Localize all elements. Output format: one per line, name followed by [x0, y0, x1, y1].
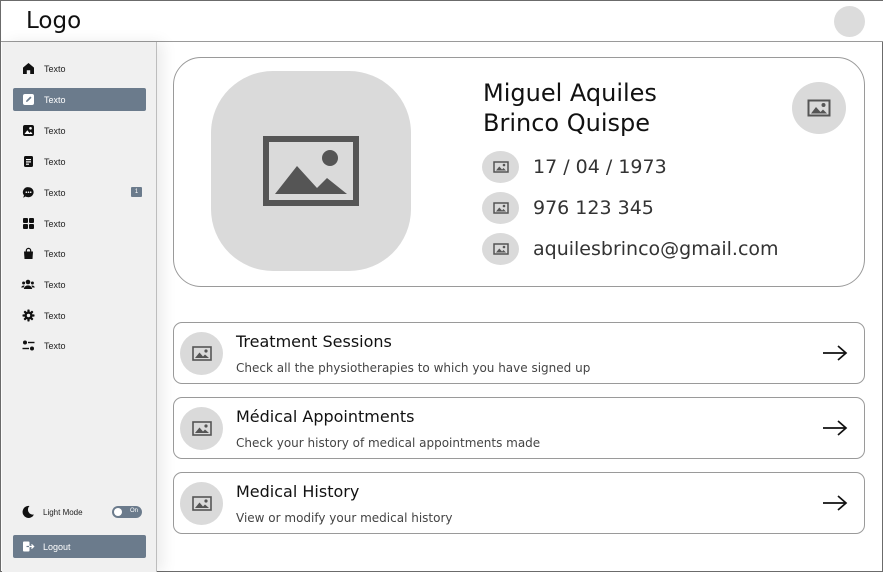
sidebar-item-shop[interactable]: Texto [13, 242, 146, 265]
email-icon [482, 233, 519, 265]
profile-photo[interactable] [211, 71, 411, 271]
change-photo-button[interactable] [792, 82, 846, 134]
sidebar-item-label: Texto [44, 187, 66, 198]
sidebar-item-gallery[interactable]: Texto [13, 119, 146, 142]
sidebar-item-apps[interactable]: Texto [13, 212, 146, 235]
sidebar-item-label: Texto [44, 218, 66, 229]
image-icon [21, 124, 35, 138]
patient-last-names: Brinco Quispe [483, 109, 650, 137]
image-icon [180, 482, 223, 525]
email-value: aquilesbrinco@gmail.com [533, 238, 779, 260]
sidebar-item-settings[interactable]: Texto [13, 304, 146, 327]
patient-first-names: Miguel Aquiles [483, 79, 657, 107]
medical-history-card[interactable]: Medical History View or modify your medi… [173, 472, 865, 534]
moon-icon [21, 505, 35, 519]
sidebar: Texto Texto Texto Texto Texto 1 Texto Te… [2, 42, 157, 572]
sidebar-item-label: Texto [44, 279, 66, 290]
light-mode-label: Light Mode [43, 507, 83, 517]
card-subtitle: View or modify your medical history [236, 511, 453, 525]
sidebar-item-documents[interactable]: Texto [13, 150, 146, 173]
phone-row: 976 123 345 [482, 192, 654, 224]
document-icon [21, 155, 35, 169]
user-avatar[interactable] [834, 6, 865, 37]
arrow-right-icon[interactable] [822, 418, 848, 438]
email-row: aquilesbrinco@gmail.com [482, 233, 779, 265]
logout-icon [22, 540, 35, 553]
logout-button[interactable]: Logout [13, 535, 146, 558]
app-window: Logo Texto Texto Texto Texto Texto 1 Tex… [0, 0, 883, 572]
sidebar-item-label: Texto [44, 94, 66, 105]
sidebar-item-label: Texto [44, 310, 66, 321]
profile-card: Miguel Aquiles Brinco Quispe 17 / 04 / 1… [173, 57, 865, 287]
sliders-icon [21, 339, 35, 353]
home-icon [21, 62, 35, 76]
patient-name: Miguel Aquiles Brinco Quispe [483, 78, 657, 138]
sidebar-item-label: Texto [44, 248, 66, 259]
logout-label: Logout [43, 541, 71, 552]
image-icon [807, 99, 831, 117]
calendar-icon [482, 151, 519, 183]
phone-value: 976 123 345 [533, 197, 654, 219]
image-icon [180, 332, 223, 375]
card-title: Medical History [236, 482, 360, 501]
sidebar-item-label: Texto [44, 63, 66, 74]
arrow-right-icon[interactable] [822, 493, 848, 513]
card-title: Médical Appointments [236, 407, 415, 426]
gear-icon [21, 309, 35, 323]
sidebar-item-label: Texto [44, 125, 66, 136]
sidebar-item-edit[interactable]: Texto [13, 88, 146, 111]
arrow-right-icon[interactable] [822, 343, 848, 363]
notification-badge: 1 [131, 187, 142, 197]
card-title: Treatment Sessions [236, 332, 392, 351]
sidebar-item-home[interactable]: Texto [13, 57, 146, 80]
birthdate-value: 17 / 04 / 1973 [533, 156, 667, 178]
edit-icon [21, 93, 35, 107]
medical-appointments-card[interactable]: Médical Appointments Check your history … [173, 397, 865, 459]
grid-icon [21, 217, 35, 231]
phone-icon [482, 192, 519, 224]
card-subtitle: Check all the physiotherapies to which y… [236, 361, 591, 375]
card-subtitle: Check your history of medical appointmen… [236, 436, 541, 450]
chat-icon [21, 186, 35, 200]
treatment-sessions-card[interactable]: Treatment Sessions Check all the physiot… [173, 322, 865, 384]
users-icon [21, 278, 35, 292]
light-mode-row: Light Mode On [13, 501, 146, 523]
toggle-knob [114, 508, 122, 516]
logo: Logo [26, 8, 82, 34]
sidebar-item-messages[interactable]: Texto 1 [13, 181, 146, 204]
bag-icon [21, 247, 35, 261]
top-bar: Logo [1, 1, 883, 42]
image-icon [180, 407, 223, 450]
light-mode-toggle[interactable]: On [112, 506, 142, 518]
sidebar-item-label: Texto [44, 156, 66, 167]
toggle-state-label: On [129, 508, 138, 514]
sidebar-item-filters[interactable]: Texto [13, 334, 146, 357]
birthdate-row: 17 / 04 / 1973 [482, 151, 667, 183]
sidebar-item-users[interactable]: Texto [13, 273, 146, 296]
sidebar-item-label: Texto [44, 340, 66, 351]
image-placeholder-icon [263, 136, 359, 206]
